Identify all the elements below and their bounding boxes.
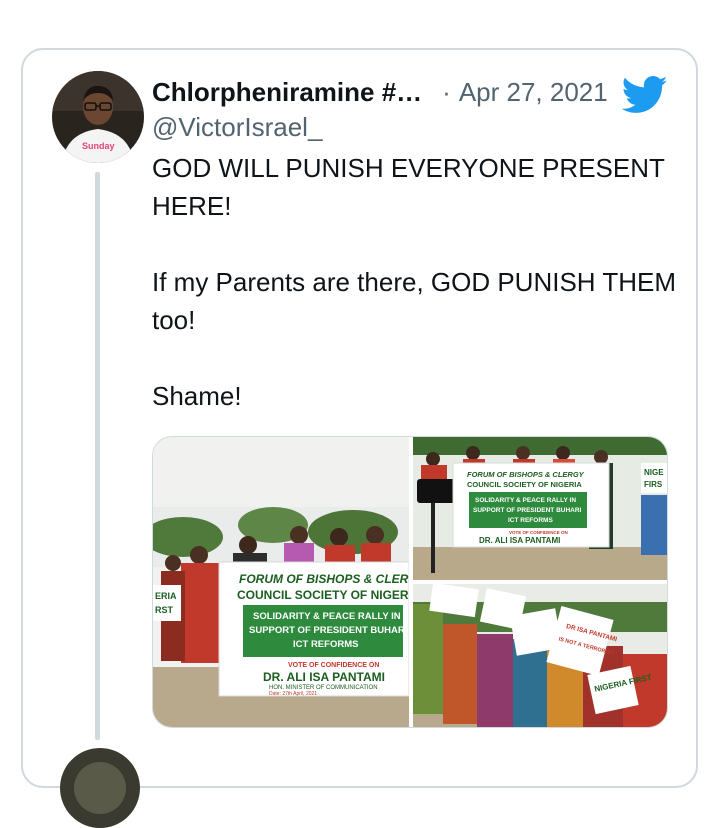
photo2-banner-line-2: COUNCIL SOCIETY OF NIGERIA	[467, 480, 582, 489]
photo1-box-line-2: SUPPORT OF PRESIDENT BUHARI	[249, 625, 407, 636]
photo2-banner-line-1: FORUM OF BISHOPS & CLERGY	[467, 470, 585, 479]
photo2-honoree: DR. ALI ISA PANTAMI	[479, 536, 560, 545]
photo1-left-sign-text-2: RST	[155, 605, 174, 615]
next-tweet-avatar[interactable]	[60, 748, 140, 828]
photo1-box-line-1: SOLIDARITY & PEACE RALLY IN	[253, 611, 401, 622]
avatar-shirt-text: Sunday	[82, 141, 115, 151]
photo2-side-sign-2: FIRS	[644, 480, 663, 489]
photo1-left-sign-text-1: ERIA	[155, 591, 177, 601]
photo1-box-line-3: ICT REFORMS	[293, 639, 358, 650]
tweet-text-spacer	[152, 225, 682, 263]
photo1-honoree: DR. ALI ISA PANTAMI	[263, 670, 385, 684]
twitter-bird-icon[interactable]	[622, 75, 668, 115]
tweet-media-grid: ERIA RST FORUM OF BISHOPS & CLERGY COUNC…	[152, 436, 668, 728]
photo2-box-line-2: SUPPORT OF PRESIDENT BUHARI	[473, 507, 582, 514]
photo1-vote-line: VOTE OF CONFIDENCE ON	[288, 662, 379, 669]
tweet-text-line: If my Parents are there, GOD PUNISH THEM…	[152, 267, 676, 335]
photo2-box-line-1: SOLIDARITY & PEACE RALLY IN	[475, 497, 576, 504]
photo2-vote-line: VOTE OF CONFIDENCE ON	[509, 530, 568, 535]
tweet-header: Chlorpheniramine #… · Apr 27, 2021	[152, 74, 608, 110]
media-photo-1[interactable]: ERIA RST FORUM OF BISHOPS & CLERGY COUNC…	[153, 437, 409, 727]
tweet-text-line: GOD WILL PUNISH EVERYONE PRESENT HERE!	[152, 153, 665, 221]
tweet-text: GOD WILL PUNISH EVERYONE PRESENT HERE! I…	[152, 149, 682, 415]
author-handle[interactable]: @VictorIsrael_	[152, 112, 322, 143]
tweet-date[interactable]: Apr 27, 2021	[459, 77, 608, 108]
header-separator: ·	[442, 76, 451, 107]
photo1-banner-line-1: FORUM OF BISHOPS & CLERGY	[239, 572, 409, 586]
avatar-photo: Sunday	[52, 71, 144, 163]
next-avatar-photo	[60, 748, 140, 828]
tweet-text-line: Shame!	[152, 381, 242, 411]
thread-connector-line	[95, 172, 100, 740]
photo1-date-line: Date: 27th April, 2021	[269, 691, 317, 697]
author-display-name[interactable]: Chlorpheniramine #…	[152, 77, 422, 108]
photo2-box-line-3: ICT REFORMS	[508, 517, 553, 524]
photo1-banner-line-2: COUNCIL SOCIETY OF NIGERIA	[237, 588, 409, 602]
photo2-side-sign-1: NIGE	[644, 468, 664, 477]
author-avatar[interactable]: Sunday	[52, 71, 144, 163]
tweet-text-spacer	[152, 339, 682, 377]
media-photo-2[interactable]: FORUM OF BISHOPS & CLERGY COUNCIL SOCIET…	[413, 437, 667, 580]
media-photo-3[interactable]: DR ISA PANTAMI IS NOT A TERRORIST NIGERI…	[413, 584, 667, 727]
